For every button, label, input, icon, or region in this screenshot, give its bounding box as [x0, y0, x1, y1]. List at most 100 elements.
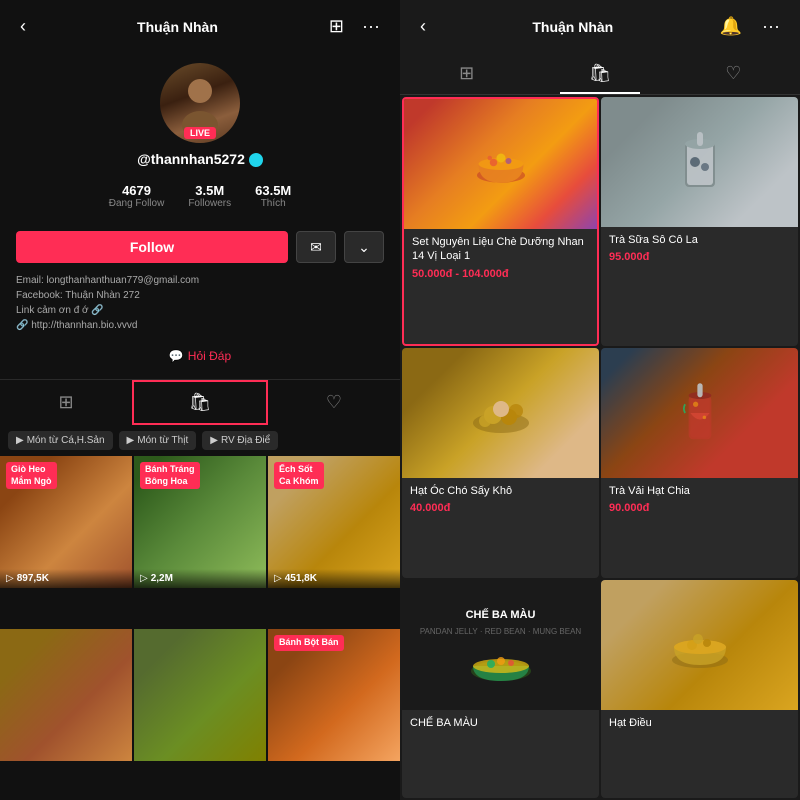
product-card-4[interactable]: Trà Vải Hạt Chia 90.000đ: [601, 348, 798, 578]
product-info-3: Hạt Óc Chó Sấy Khô 40.000đ: [402, 478, 599, 522]
product-name-4: Trà Vải Hạt Chia: [609, 484, 790, 498]
play-icon-2: ▷: [140, 573, 148, 584]
view-count-1: 897,5K: [17, 573, 49, 584]
chip-ca-hsan[interactable]: ▶ Món từ Cá,H.Sản: [8, 431, 113, 450]
video-label-6: Bánh Bột Bán: [274, 635, 344, 651]
chip-icon-3: ▶: [210, 435, 218, 446]
right-profile-name: Thuận Nhàn: [532, 19, 613, 35]
bell-icon[interactable]: 🔔: [716, 12, 746, 41]
tab-saved[interactable]: ♡: [268, 382, 400, 423]
avatar: LIVE: [160, 63, 240, 143]
left-header: ‹ Thuận Nhàn ⊞ ···: [0, 0, 400, 53]
tab-shop[interactable]: 🛍: [132, 380, 268, 425]
video-cell-6[interactable]: Bánh Bột Bán: [268, 629, 400, 761]
product-info-6: Hạt Điều: [601, 710, 798, 742]
shop-icon: 🛍: [189, 392, 212, 413]
product-info-2: Trà Sữa Sô Cô La 95.000đ: [601, 227, 798, 271]
product-info-1: Set Nguyên Liệu Chè Dưỡng Nhan 14 Vị Loạ…: [404, 229, 597, 288]
username: @thannhan5272: [137, 151, 245, 167]
bookmark-icon[interactable]: ⊞: [325, 12, 348, 41]
product-price-3: 40.000đ: [410, 502, 591, 514]
product-info-5: CHẾ BA MÀU: [402, 710, 599, 742]
more-button[interactable]: ⌄: [344, 231, 384, 263]
stat-followers: 3.5M Followers: [188, 183, 231, 209]
right-more-icon[interactable]: ···: [758, 12, 784, 41]
chip-label-1: Món từ Cá,H.Sản: [27, 435, 105, 446]
video-label-3: Ếch Sốt Ca Khóm: [274, 462, 324, 489]
play-icon-1: ▷: [6, 573, 14, 584]
grid-icon: ⊞: [58, 392, 73, 413]
product-name-1: Set Nguyên Liệu Chè Dưỡng Nhan 14 Vị Loạ…: [412, 235, 589, 264]
product-card-3[interactable]: Hạt Óc Chó Sấy Khô 40.000đ: [402, 348, 599, 578]
video-cell-5[interactable]: [134, 629, 266, 761]
product-name-5: CHẾ BA MÀU: [410, 716, 591, 730]
follow-button[interactable]: Follow: [16, 231, 288, 263]
back-button[interactable]: ‹: [16, 12, 30, 41]
product-card-2[interactable]: Trà Sữa Sô Cô La 95.000đ: [601, 97, 798, 346]
right-tab-saved[interactable]: ♡: [667, 53, 800, 94]
product-card-1[interactable]: Set Nguyên Liệu Chè Dưỡng Nhan 14 Vị Loạ…: [402, 97, 599, 346]
product-name-3: Hạt Óc Chó Sấy Khô: [410, 484, 591, 498]
chip-icon-2: ▶: [127, 435, 135, 446]
stat-likes: 63.5M Thích: [255, 183, 291, 209]
chip-label-2: Món từ Thịt: [137, 435, 188, 446]
stat-following: 4679 Đang Follow: [109, 183, 165, 209]
chip-label-3: RV Địa Điể: [221, 435, 270, 446]
right-back-button[interactable]: ‹: [416, 12, 430, 41]
chip-icon-1: ▶: [16, 435, 24, 446]
che-ba-mau-title: CHẾ BA MÀU: [462, 604, 540, 627]
verified-icon: [249, 153, 263, 167]
right-panel: ‹ Thuận Nhàn 🔔 ··· ⊞ 🛍 ♡: [400, 0, 800, 800]
video-label-1: Giò Heo Mắm Ngò: [6, 462, 57, 489]
view-count-2: 2,2M: [151, 573, 173, 584]
stats-row: 4679 Đang Follow 3.5M Followers 63.5M Th…: [109, 183, 292, 209]
bio-line-3: Link cảm ơn đ ớ 🔗: [16, 303, 384, 318]
bio-line-1: Email: longthanhanthuan779@gmail.com: [16, 273, 384, 288]
video-overlay-2: ▷ 2,2M: [134, 569, 266, 588]
left-tabs-bar: ⊞ 🛍 ♡: [0, 379, 400, 425]
product-price-4: 90.000đ: [609, 502, 790, 514]
hoi-dap-section[interactable]: 💬 Hỏi Đáp: [169, 349, 231, 363]
chip-thit[interactable]: ▶ Món từ Thịt: [119, 431, 197, 450]
che-ba-mau-subtitle: PANDAN JELLY · RED BEAN · MUNG BEAN: [420, 627, 581, 636]
right-header: ‹ Thuận Nhàn 🔔 ···: [400, 0, 800, 53]
action-row: Follow ✉ ⌄: [0, 231, 400, 263]
product-card-5[interactable]: CHẾ BA MÀU PANDAN JELLY · RED BEAN · MUN…: [402, 580, 599, 798]
bio-line-4: 🔗 http://thannhan.bio.vvvd: [16, 318, 384, 333]
view-count-3: 451,8K: [285, 573, 317, 584]
right-shop-icon: 🛍: [589, 63, 612, 84]
video-cell-3[interactable]: ▷ 451,8K Ếch Sốt Ca Khóm: [268, 456, 400, 588]
video-overlay-1: ▷ 897,5K: [0, 569, 132, 588]
right-grid-icon: ⊞: [459, 63, 474, 84]
product-card-6[interactable]: Hạt Điều: [601, 580, 798, 798]
video-cell-2[interactable]: ▷ 2,2M Bánh Tráng Bông Hoa: [134, 456, 266, 588]
video-overlay-3: ▷ 451,8K: [268, 569, 400, 588]
right-tab-grid[interactable]: ⊞: [400, 53, 533, 94]
right-tab-shop[interactable]: 🛍: [533, 53, 666, 94]
play-icon-3: ▷: [274, 573, 282, 584]
bio-line-2: Facebook: Thuận Nhàn 272: [16, 288, 384, 303]
video-cell-4[interactable]: [0, 629, 132, 761]
right-tabs: ⊞ 🛍 ♡: [400, 53, 800, 95]
left-profile-name: Thuận Nhàn: [137, 19, 218, 35]
live-badge: LIVE: [184, 127, 216, 139]
hoi-dap-icon: 💬: [169, 349, 184, 363]
left-panel: ‹ Thuận Nhàn ⊞ ··· LIVE @thannhan5272 46…: [0, 0, 400, 800]
products-grid: Set Nguyên Liệu Chè Dưỡng Nhan 14 Vị Loạ…: [400, 95, 800, 800]
heart-icon: ♡: [326, 392, 342, 413]
product-price-2: 95.000đ: [609, 251, 790, 263]
more-options-icon[interactable]: ···: [358, 12, 384, 41]
chip-rv[interactable]: ▶ RV Địa Điể: [202, 431, 278, 450]
product-name-6: Hạt Điều: [609, 716, 790, 730]
product-name-2: Trà Sữa Sô Cô La: [609, 233, 790, 247]
product-price-1: 50.000đ - 104.000đ: [412, 268, 589, 280]
message-button[interactable]: ✉: [296, 231, 336, 263]
product-info-4: Trà Vải Hạt Chia 90.000đ: [601, 478, 798, 522]
right-heart-icon: ♡: [725, 63, 741, 84]
hoi-dap-label: Hỏi Đáp: [188, 349, 231, 363]
right-header-icons: 🔔 ···: [716, 12, 784, 41]
filter-chips: ▶ Món từ Cá,H.Sản ▶ Món từ Thịt ▶ RV Địa…: [0, 425, 400, 456]
video-cell-1[interactable]: ▷ 897,5K Giò Heo Mắm Ngò: [0, 456, 132, 588]
video-label-2: Bánh Tráng Bông Hoa: [140, 462, 200, 489]
tab-videos[interactable]: ⊞: [0, 382, 132, 423]
